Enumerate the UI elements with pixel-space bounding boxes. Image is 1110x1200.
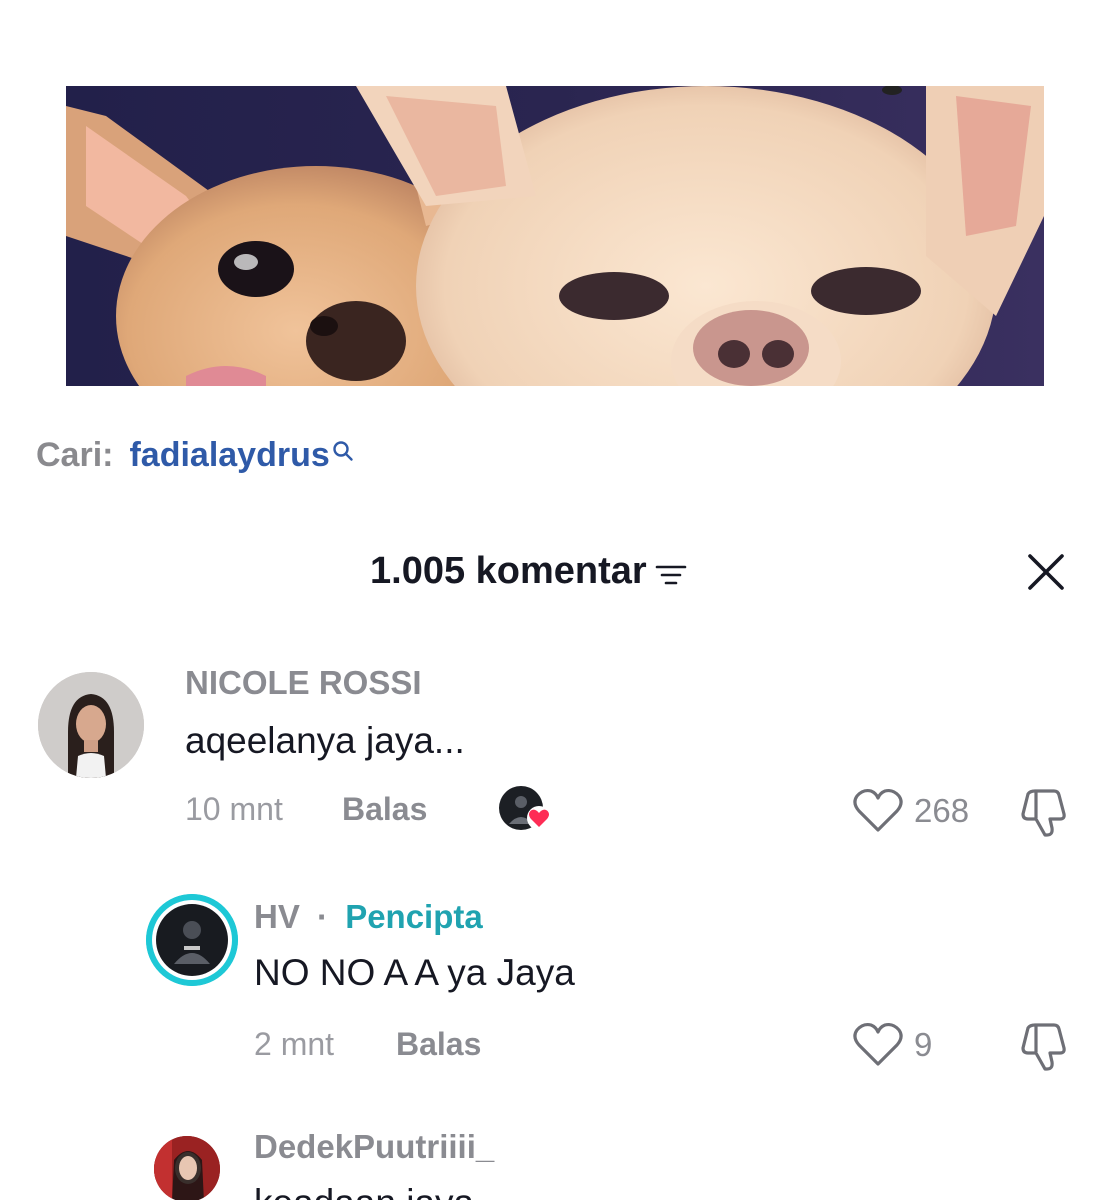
like-count: 268 (914, 792, 970, 829)
heart-badge-icon (527, 806, 551, 830)
search-suggestion[interactable]: Cari: fadialaydrus (36, 436, 354, 484)
like-count: 9 (914, 1026, 933, 1063)
avatar-image (38, 672, 144, 778)
like-button[interactable]: 9 (852, 1022, 932, 1068)
avatar-image (146, 894, 238, 986)
close-icon[interactable] (1022, 548, 1070, 596)
reply-username[interactable]: HV (254, 898, 300, 935)
heart-outline-icon (853, 1022, 903, 1066)
avatar[interactable] (38, 672, 144, 778)
video-thumbnail[interactable] (66, 86, 1044, 386)
comments-title-group[interactable]: 1.005 komentar (370, 550, 687, 593)
avatar[interactable] (154, 1136, 220, 1200)
comments-header: 1.005 komentar (0, 546, 1110, 602)
search-prefix-label: Cari: (36, 436, 114, 474)
filter-icon[interactable] (655, 562, 687, 588)
reply-time: 2 mnt (254, 1026, 335, 1062)
like-button[interactable]: 268 (852, 788, 969, 834)
comments-page: Cari: fadialaydrus 1.005 komentar NICOLE… (0, 0, 1110, 1200)
thumbs-down-icon[interactable] (1018, 1022, 1072, 1072)
reply-username[interactable]: DedekPuutriiii_ (254, 1128, 494, 1166)
reply-item: DedekPuutriiii_ keadaan jaya (0, 1126, 1110, 1200)
comment-item: NICOLE ROSSI aqeelanya jaya... 10 mnt Ba… (0, 660, 1110, 840)
comment-text: aqeelanya jaya... (185, 720, 465, 761)
username-separator: · (317, 898, 329, 935)
creator-avatar[interactable] (146, 894, 238, 986)
reply-button[interactable]: Balas (342, 791, 427, 828)
creator-avatar-small (499, 786, 551, 830)
reply-text: NO NO A A ya Jaya (254, 952, 575, 993)
thumbs-down-icon[interactable] (1018, 788, 1072, 838)
comment-username[interactable]: NICOLE ROSSI (185, 664, 422, 702)
creator-liked-indicator (497, 784, 555, 834)
search-term-link[interactable]: fadialaydrus (129, 436, 329, 475)
avatar-image (154, 1136, 220, 1200)
search-icon[interactable] (332, 440, 354, 462)
heart-outline-icon (853, 788, 903, 832)
comment-time: 10 mnt (185, 791, 283, 827)
reply-button[interactable]: Balas (396, 1026, 481, 1063)
creator-badge: Pencipta (345, 898, 483, 935)
reply-item: HV · Pencipta NO NO A A ya Jaya 2 mnt Ba… (0, 892, 1110, 1072)
reply-text: keadaan jaya (254, 1182, 474, 1200)
reply-username-row: HV · Pencipta (254, 898, 483, 936)
chihuahua-image (66, 86, 1044, 386)
comments-count-title: 1.005 komentar (370, 550, 647, 592)
